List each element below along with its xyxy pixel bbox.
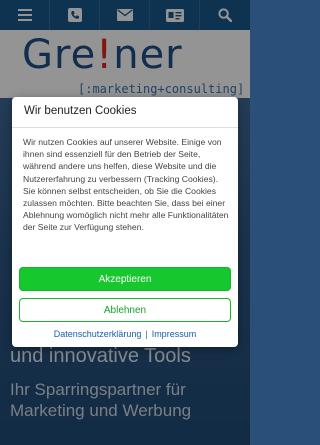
cookie-dialog-text: Wir nutzen Cookies auf unserer Website. … bbox=[23, 137, 229, 233]
cookie-dialog-title: Wir benutzen Cookies bbox=[24, 105, 137, 117]
privacy-policy-link[interactable]: Datenschutzerklärung bbox=[54, 329, 142, 339]
accept-cookies-button[interactable]: Akzeptieren bbox=[19, 267, 231, 291]
link-separator: | bbox=[145, 329, 148, 339]
cookie-dialog-links: Datenschutzerklärung | Impressum bbox=[12, 329, 238, 339]
imprint-link[interactable]: Impressum bbox=[152, 329, 197, 339]
reject-cookies-button[interactable]: Ablehnen bbox=[19, 298, 231, 322]
cookie-consent-dialog: Wir benutzen Cookies Wir nutzen Cookies … bbox=[12, 97, 238, 347]
dialog-divider bbox=[12, 127, 238, 128]
